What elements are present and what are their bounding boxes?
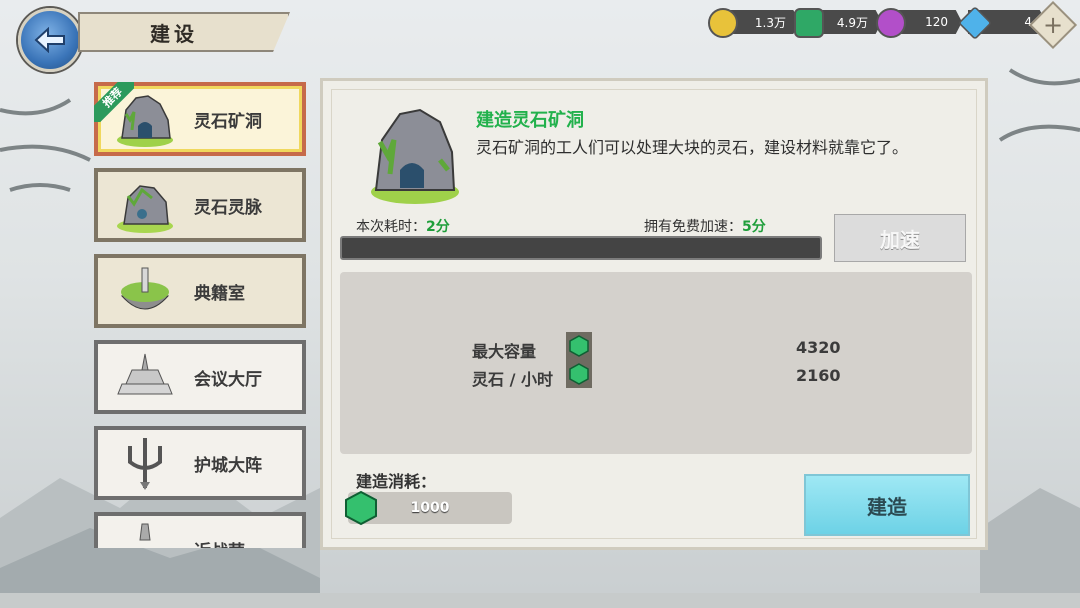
building-description: 灵石矿洞的工人们可以处理大块的灵石，建设材料就靠它了。	[476, 138, 909, 157]
stat-value: 2160	[796, 366, 841, 385]
build-time-value: 2分	[426, 219, 450, 235]
green-gem-icon	[345, 490, 377, 526]
purple-orb-icon	[876, 8, 906, 38]
list-item-library[interactable]: 典籍室	[94, 254, 306, 328]
trident-array-icon	[128, 438, 162, 490]
recommend-badge: 推荐	[94, 82, 134, 122]
plus-icon: +	[1042, 11, 1064, 39]
list-item-vein[interactable]: 灵石灵脉	[94, 168, 306, 242]
hall-building-icon	[117, 353, 173, 395]
green-gem-icon	[566, 360, 592, 388]
library-island-icon	[120, 267, 170, 310]
gold-coin-icon	[708, 8, 738, 38]
list-item-barracks[interactable]: 近战营	[94, 512, 306, 548]
vein-building-icon	[117, 185, 173, 233]
branch-decoration	[0, 98, 91, 192]
list-item-cave[interactable]: 灵石矿洞 推荐	[94, 82, 306, 156]
page-title: 建设	[150, 21, 198, 46]
list-item-hall[interactable]: 会议大厅	[94, 340, 306, 414]
list-item-array[interactable]: 护城大阵	[94, 426, 306, 500]
building-list[interactable]: 灵石矿洞 推荐 灵石灵脉 典籍室 会议大厅 护城大阵	[94, 78, 312, 548]
back-arrow-icon	[34, 27, 65, 53]
list-item-label: 灵石灵脉	[194, 197, 262, 218]
stat-label: 最大容量	[472, 342, 537, 361]
branch-decoration	[998, 68, 1080, 142]
stat-label: 灵石 / 小时	[472, 370, 553, 389]
building-title: 建造灵石矿洞	[476, 110, 584, 131]
cost-label: 建造消耗：	[356, 472, 437, 491]
build-time-label: 本次耗时：	[356, 219, 426, 235]
free-speedup-value: 5分	[742, 219, 766, 235]
barracks-icon	[139, 523, 151, 541]
build-progress-bar	[340, 236, 822, 260]
list-item-label: 护城大阵	[194, 455, 262, 476]
list-item-label: 近战营	[194, 516, 245, 549]
speedup-button[interactable]: 加速	[834, 214, 966, 262]
green-gem-icon	[794, 8, 824, 38]
green-gem-icon	[566, 332, 592, 360]
free-speedup: 拥有免费加速：5分	[644, 216, 766, 236]
title-plate: 建设	[78, 12, 290, 52]
list-item-label: 会议大厅	[194, 369, 262, 390]
add-currency-button[interactable]: +	[1028, 0, 1078, 50]
stats-box	[340, 272, 972, 454]
list-item-label: 灵石矿洞	[194, 111, 262, 132]
stat-value: 4320	[796, 338, 841, 357]
cave-building-illustration	[371, 108, 459, 204]
free-speedup-label: 拥有免费加速：	[644, 219, 742, 235]
list-item-label: 典籍室	[194, 283, 245, 304]
build-button[interactable]: 建造	[804, 474, 970, 536]
back-button[interactable]	[18, 8, 82, 72]
build-time: 本次耗时：2分	[356, 216, 450, 236]
